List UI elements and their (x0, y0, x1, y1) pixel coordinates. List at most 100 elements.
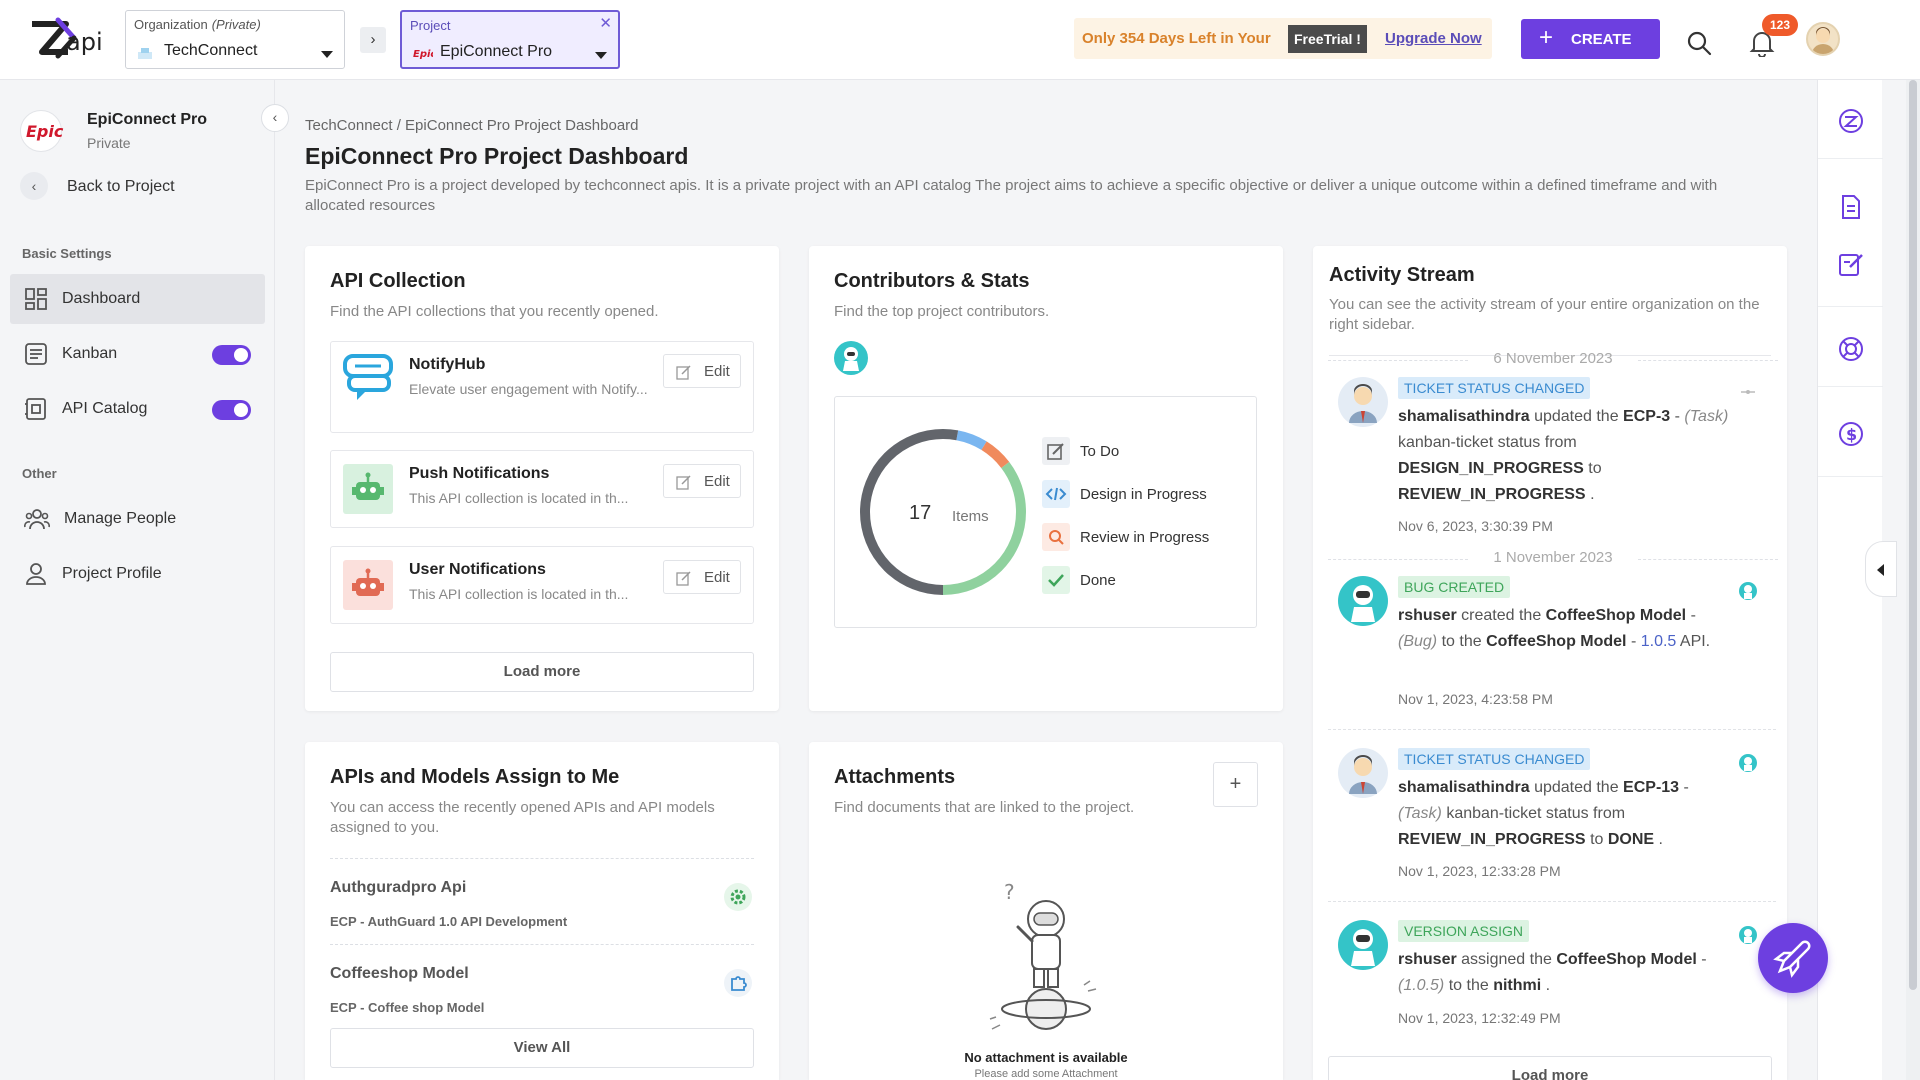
rocket-icon (1773, 940, 1811, 978)
assigned-item-name: Authguradpro Api (330, 879, 467, 896)
organization-select[interactable]: Organization (Private) TechConnect (125, 10, 345, 69)
back-label: Back to Project (67, 178, 175, 195)
org-value: TechConnect (164, 42, 258, 59)
profile-icon (24, 562, 48, 586)
kanban-toggle[interactable] (212, 345, 251, 365)
project-logo: Epic (20, 110, 63, 152)
dashboard-icon (24, 287, 48, 311)
scrollbar[interactable] (1906, 80, 1920, 1080)
edit-icon (676, 570, 692, 586)
api-item-name: User Notifications (409, 561, 546, 578)
search-icon (1042, 523, 1070, 551)
add-attachment-button[interactable]: + (1213, 762, 1258, 807)
svg-text:Epic: Epic (413, 49, 433, 59)
basic-settings-title: Basic Settings (22, 246, 112, 261)
assigned-subtitle: You can access the recently opened APIs … (330, 799, 715, 836)
activity-time: Nov 1, 2023, 4:23:58 PM (1398, 691, 1553, 707)
api-catalog-icon (24, 397, 48, 421)
activity-date: 6 November 2023 (1328, 350, 1778, 367)
avatar (1338, 377, 1388, 427)
load-more-button[interactable]: Load more (330, 652, 754, 692)
api-collection-subtitle: Find the API collections that you recent… (330, 303, 659, 320)
chevron-right-icon[interactable]: › (360, 27, 386, 53)
view-all-button[interactable]: View All (330, 1028, 754, 1068)
expand-right-panel-button[interactable] (1865, 541, 1897, 597)
contributors-card: Contributors & Stats Find the top projec… (809, 246, 1283, 711)
trial-text: Only 354 Days Left in Your (1082, 30, 1271, 47)
assigned-item-coffeeshop[interactable]: Coffeeshop Model ECP - Coffee shop Model (330, 944, 754, 1030)
contributor-avatar[interactable] (834, 341, 868, 375)
collapse-sidebar-button[interactable]: ‹ (261, 104, 289, 132)
activity-stream-card: Activity Stream You can see the activity… (1313, 246, 1787, 1080)
robot-red-icon (343, 560, 393, 610)
document-icon[interactable] (1837, 193, 1865, 221)
api-item-desc: Elevate user engagement with Notify... (409, 381, 648, 397)
total-items-label: Items (952, 508, 989, 525)
create-button[interactable]: + CREATE (1521, 19, 1660, 59)
sidebar-item-manage-people[interactable]: Manage People (10, 494, 265, 544)
api-item-name: NotifyHub (409, 356, 486, 373)
no-attachment-title: No attachment is available (964, 1050, 1128, 1065)
logo-text: api (66, 28, 103, 56)
api-collection-item-user-notifications[interactable]: User Notifications This API collection i… (330, 546, 754, 624)
assigned-item-desc: ECP - Coffee shop Model (330, 1000, 485, 1015)
edit-button[interactable]: Edit (663, 354, 741, 388)
api-collection-item-push-notifications[interactable]: Push Notifications This API collection i… (330, 450, 754, 528)
org-icon (137, 46, 153, 60)
sidebar-item-dashboard[interactable]: Dashboard (10, 274, 265, 324)
dollar-icon[interactable]: $ (1837, 420, 1865, 448)
sidebar-item-project-profile[interactable]: Project Profile (10, 549, 265, 599)
contributors-title: Contributors & Stats (834, 270, 1030, 292)
activity-item[interactable]: BUG CREATED rshuser created the CoffeeSh… (1338, 576, 1758, 726)
svg-text:?: ? (1004, 880, 1015, 904)
status-donut-chart (860, 429, 1026, 595)
activity-item[interactable]: VERSION ASSIGN rshuser assigned the Coff… (1338, 920, 1758, 1050)
search-icon[interactable] (1686, 30, 1712, 56)
upgrade-link[interactable]: Upgrade Now (1385, 30, 1482, 47)
activity-item[interactable]: TICKET STATUS CHANGED shamalisathindra u… (1338, 377, 1758, 557)
api-collection-item-notifyhub[interactable]: NotifyHub Elevate user engagement with N… (330, 341, 754, 433)
activity-text: rshuser assigned the CoffeeShop Model - … (1398, 951, 1707, 994)
api-collection-title: API Collection (330, 270, 466, 292)
people-icon (24, 507, 50, 531)
api-item-desc: This API collection is located in th... (409, 586, 629, 602)
activity-load-more-button[interactable]: Load more (1328, 1056, 1772, 1080)
chevron-down-icon (321, 51, 333, 58)
check-icon (1042, 566, 1070, 594)
project-epic-icon: Epic (413, 47, 433, 59)
gear-icon (724, 883, 752, 911)
plus-icon: + (1539, 24, 1554, 51)
rocket-fab-button[interactable] (1758, 923, 1828, 993)
edit-label: Edit (704, 569, 730, 586)
avatar (1338, 748, 1388, 798)
activity-time: Nov 1, 2023, 12:32:49 PM (1398, 1010, 1561, 1026)
close-icon[interactable]: ✕ (599, 14, 612, 32)
edit-button[interactable]: Edit (663, 560, 741, 594)
zapi-circle-icon[interactable] (1837, 107, 1865, 135)
assigned-title: APIs and Models Assign to Me (330, 766, 620, 788)
trial-banner: Only 354 Days Left in Your FreeTrial ! U… (1074, 18, 1492, 59)
astronaut-icon (1738, 581, 1758, 601)
no-attachment-subtitle: Please add some Attachment (974, 1068, 1118, 1080)
svg-text:$: $ (1846, 425, 1857, 444)
project-select[interactable]: Project ✕ Epic EpiConnect Pro (400, 10, 620, 69)
code-icon (1042, 480, 1070, 508)
kanban-icon (24, 342, 48, 366)
page-title: EpiConnect Pro Project Dashboard (305, 143, 689, 169)
activity-tag: VERSION ASSIGN (1398, 920, 1530, 942)
edit-note-icon[interactable] (1837, 250, 1865, 278)
assigned-item-authguardpro[interactable]: Authguradpro Api ECP - AuthGuard 1.0 API… (330, 858, 754, 944)
edit-button[interactable]: Edit (663, 464, 741, 498)
legend-label: To Do (1080, 443, 1120, 460)
activity-title: Activity Stream (1329, 264, 1475, 286)
notification-badge: 123 (1762, 14, 1798, 36)
sidebar-item-kanban[interactable]: Kanban (10, 329, 265, 379)
user-avatar[interactable] (1806, 22, 1840, 56)
support-icon[interactable] (1837, 335, 1865, 363)
chevron-left-icon: ‹ (20, 172, 48, 200)
activity-item[interactable]: TICKET STATUS CHANGED shamalisathindra u… (1338, 748, 1758, 898)
sidebar-item-api-catalog[interactable]: API Catalog (10, 384, 265, 434)
api-catalog-toggle[interactable] (212, 400, 251, 420)
assigned-card: APIs and Models Assign to Me You can acc… (305, 742, 779, 1080)
api-item-name: Push Notifications (409, 465, 550, 482)
